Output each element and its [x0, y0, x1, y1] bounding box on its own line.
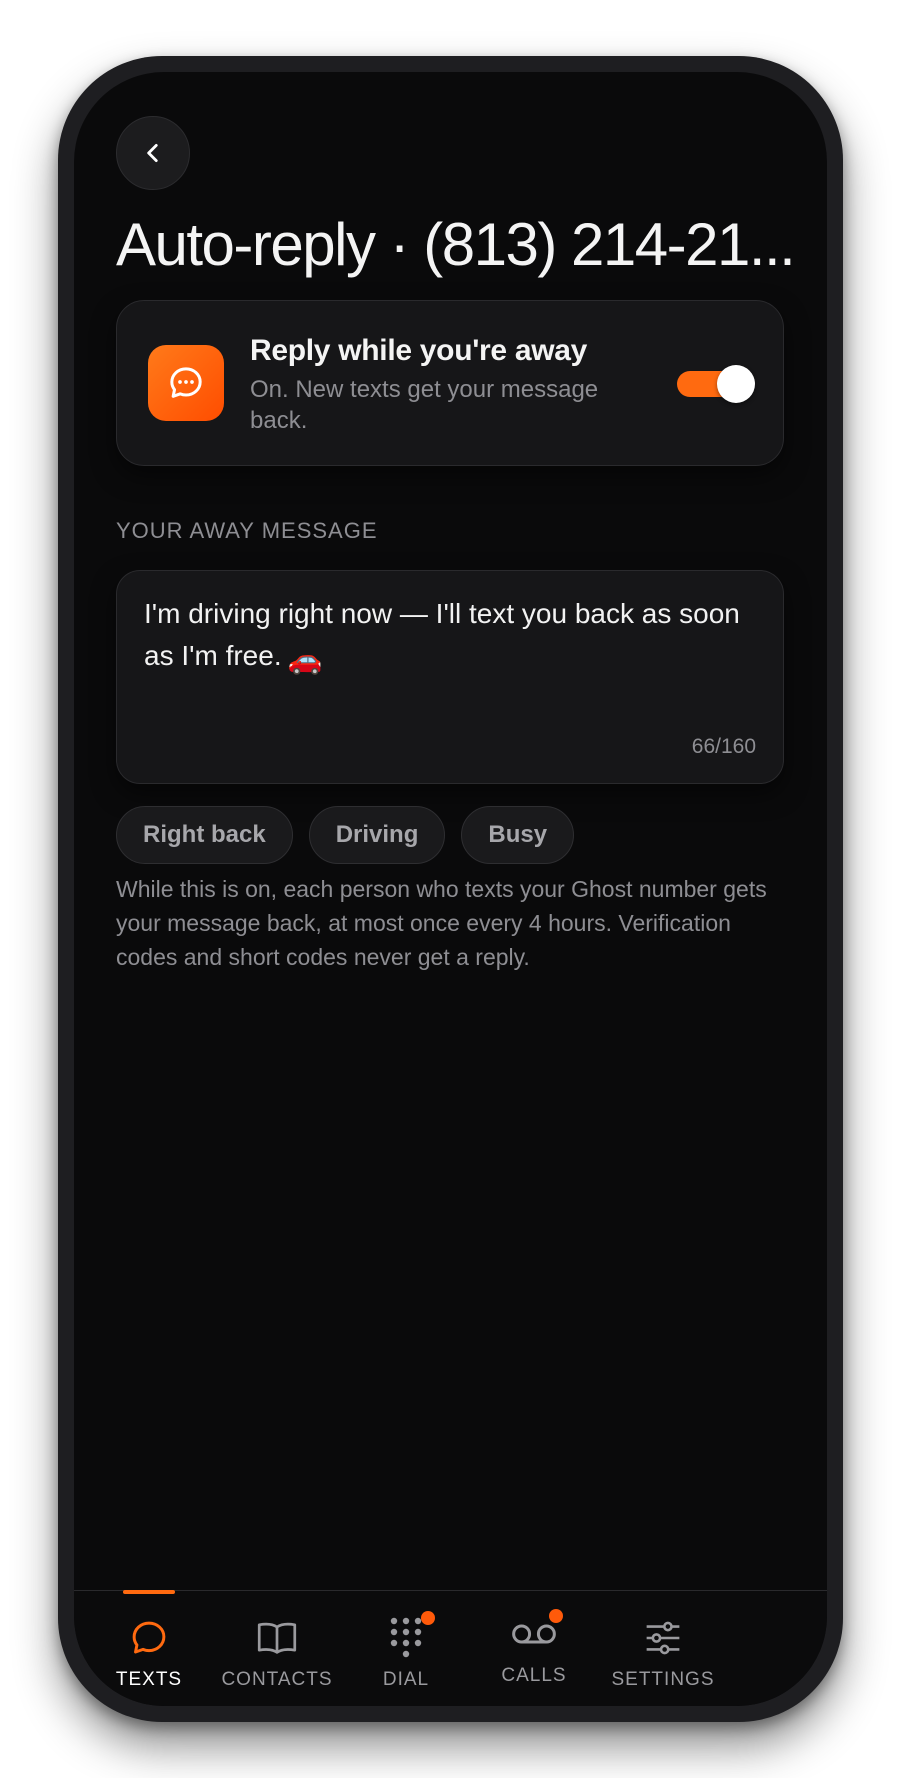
- chevron-left-icon: [147, 144, 158, 162]
- away-message-input[interactable]: I'm driving right now — I'll text you ba…: [116, 570, 784, 784]
- tab-label: CALLS: [501, 1665, 567, 1686]
- tab-label: CONTACTS: [221, 1669, 333, 1690]
- tab-settings[interactable]: SETTINGS: [588, 1591, 738, 1706]
- away-message-text: I'm driving right now — I'll text you ba…: [144, 593, 744, 681]
- toggle-knob: [717, 365, 755, 403]
- preset-chips: Right back Driving Busy: [116, 806, 575, 864]
- tab-label: SETTINGS: [611, 1669, 715, 1690]
- away-message-body: I'm driving right now — I'll text you ba…: [144, 598, 740, 671]
- auto-reply-toggle[interactable]: [677, 365, 755, 403]
- back-button[interactable]: [116, 116, 190, 190]
- car-icon: 🚗: [287, 644, 323, 675]
- character-counter: 66/160: [691, 735, 756, 758]
- app-screen: Auto-reply · (813) 214-21... Reply while…: [74, 72, 827, 1706]
- preset-chip-busy[interactable]: Busy: [461, 806, 575, 864]
- auto-reply-toggle-card: Reply while you're away On. New texts ge…: [116, 300, 784, 466]
- dial-badge: [421, 1611, 435, 1625]
- chat-bubble-icon: [148, 345, 224, 421]
- help-text: While this is on, each person who texts …: [116, 876, 767, 970]
- phone-frame: Auto-reply · (813) 214-21... Reply while…: [58, 56, 843, 1722]
- keypad-icon: [383, 1611, 435, 1661]
- preset-chip-right-back[interactable]: Right back: [116, 806, 293, 864]
- tab-calls[interactable]: CALLS: [459, 1591, 609, 1706]
- voicemail-icon: [511, 1609, 563, 1657]
- tab-label: DIAL: [382, 1669, 430, 1690]
- tab-label: TEXTS: [115, 1669, 183, 1690]
- calls-badge: [549, 1609, 563, 1623]
- toggle-card-title: Reply while you're away: [250, 334, 588, 367]
- sliders-icon: [640, 1615, 686, 1661]
- book-icon: [254, 1615, 300, 1661]
- preset-chip-driving[interactable]: Driving: [308, 806, 446, 864]
- tab-contacts[interactable]: CONTACTS: [202, 1591, 352, 1706]
- chat-bubble-icon: [126, 1615, 172, 1661]
- tab-bar: TEXTS CONTACTS DIAL CALLS SETTINGS: [74, 1590, 827, 1706]
- section-label-away-message: YOUR AWAY MESSAGE: [116, 518, 378, 543]
- page-title: Auto-reply · (813) 214-21...: [116, 212, 796, 278]
- toggle-card-subtitle: On. New texts get your message back.: [250, 376, 599, 434]
- active-tab-indicator: [123, 1590, 175, 1594]
